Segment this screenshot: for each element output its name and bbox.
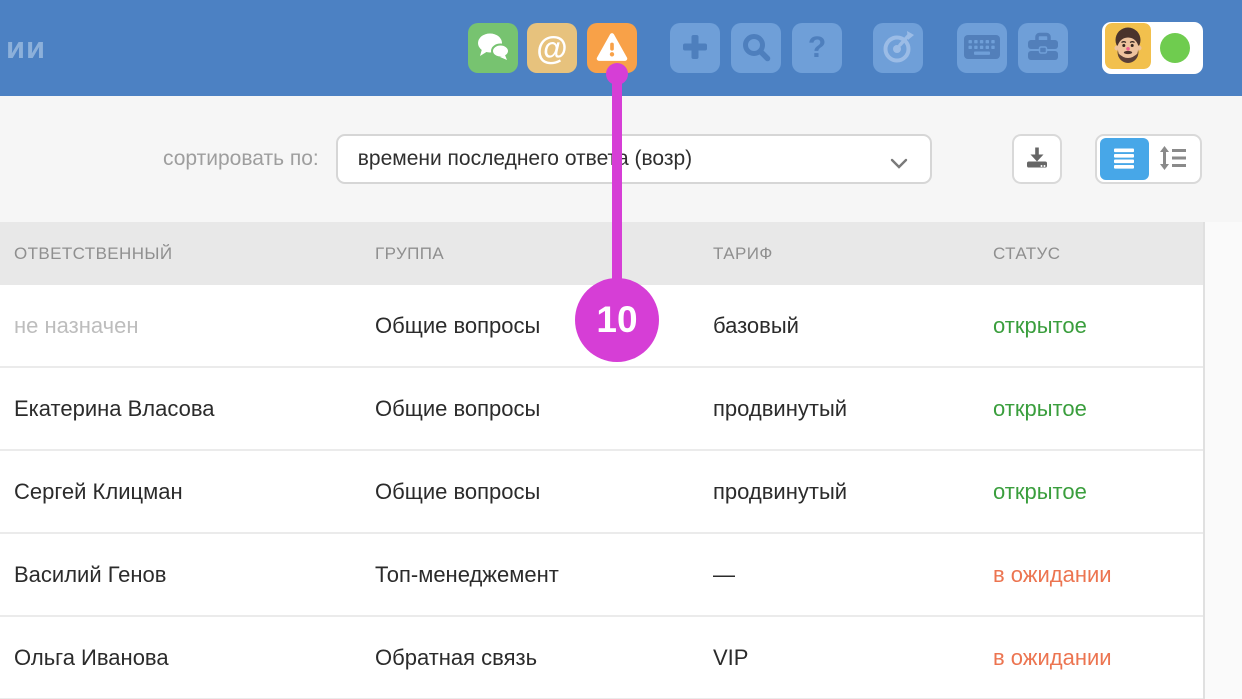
help-button[interactable]: ? — [792, 23, 842, 73]
table-row[interactable]: Екатерина Власова Общие вопросы продвину… — [0, 368, 1203, 451]
annotation-pointer-line — [612, 74, 622, 284]
table-row[interactable]: Ольга Иванова Обратная связь VIP в ожида… — [0, 617, 1203, 699]
cell-responsible: Екатерина Власова — [14, 396, 375, 422]
list-view-toggle[interactable] — [1100, 138, 1149, 180]
cell-group: Общие вопросы — [375, 313, 713, 339]
briefcase-icon — [1026, 32, 1060, 65]
cell-group: Обратная связь — [375, 645, 713, 671]
online-status-dot — [1160, 33, 1190, 63]
column-header-status: СТАТУС — [993, 244, 1203, 264]
table-row[interactable]: Василий Генов Топ-менеджемент — в ожидан… — [0, 534, 1203, 617]
cell-tariff: — — [713, 562, 993, 588]
column-header-tariff: ТАРИФ — [713, 244, 993, 264]
table-row[interactable]: Сергей Клицман Общие вопросы продвинутый… — [0, 451, 1203, 534]
cell-group: Общие вопросы — [375, 396, 713, 422]
cell-status: в ожидании — [993, 645, 1203, 671]
toolbox-button[interactable] — [1018, 23, 1068, 73]
column-header-responsible: ОТВЕТСТВЕННЫЙ — [14, 244, 375, 264]
cell-responsible: Василий Генов — [14, 562, 375, 588]
cell-responsible: не назначен — [14, 313, 375, 339]
sort-label: сортировать по: — [163, 147, 319, 171]
cell-tariff: продвинутый — [713, 479, 993, 505]
row-height-icon — [1159, 146, 1187, 173]
mentions-button[interactable]: @ — [527, 23, 577, 73]
goals-button[interactable] — [873, 23, 923, 73]
avatar — [1102, 23, 1151, 74]
sort-selected-value: времени последнего ответа (возр) — [358, 147, 692, 171]
cell-status: открытое — [993, 479, 1203, 505]
target-dart-icon — [881, 30, 915, 67]
chat-button[interactable] — [468, 23, 518, 73]
clipped-nav-text: ии — [6, 30, 46, 66]
user-menu[interactable] — [1102, 22, 1203, 74]
annotation-step-badge: 10 — [575, 278, 659, 362]
row-height-toggle[interactable] — [1149, 138, 1198, 180]
download-button[interactable] — [1012, 134, 1062, 184]
cell-status: открытое — [993, 396, 1203, 422]
chat-bubbles-icon — [476, 32, 510, 65]
cell-responsible: Ольга Иванова — [14, 645, 375, 671]
keyboard-shortcuts-button[interactable] — [957, 23, 1007, 73]
at-mention-icon: @ — [536, 32, 567, 64]
warning-triangle-icon — [594, 31, 630, 66]
cell-status: в ожидании — [993, 562, 1203, 588]
cell-tariff: базовый — [713, 313, 993, 339]
cell-responsible: Сергей Клицман — [14, 479, 375, 505]
cell-tariff: VIP — [713, 645, 993, 671]
plus-icon — [680, 32, 710, 65]
cell-group: Общие вопросы — [375, 479, 713, 505]
cell-tariff: продвинутый — [713, 396, 993, 422]
column-header-group: ГРУППА — [375, 244, 713, 264]
annotation-pointer-dot — [606, 63, 628, 85]
download-icon — [1024, 145, 1050, 174]
search-icon — [741, 32, 771, 65]
view-toggle-group — [1095, 134, 1202, 184]
list-view-icon — [1112, 146, 1136, 173]
add-button[interactable] — [670, 23, 720, 73]
keyboard-icon — [964, 33, 1000, 64]
cell-status: открытое — [993, 313, 1203, 339]
cell-group: Топ-менеджемент — [375, 562, 713, 588]
question-mark-icon: ? — [808, 33, 826, 63]
search-button[interactable] — [731, 23, 781, 73]
sort-select[interactable]: времени последнего ответа (возр) — [336, 134, 932, 184]
chevron-down-icon — [890, 156, 908, 174]
table-header: ОТВЕТСТВЕННЫЙ ГРУППА ТАРИФ СТАТУС — [0, 222, 1203, 285]
